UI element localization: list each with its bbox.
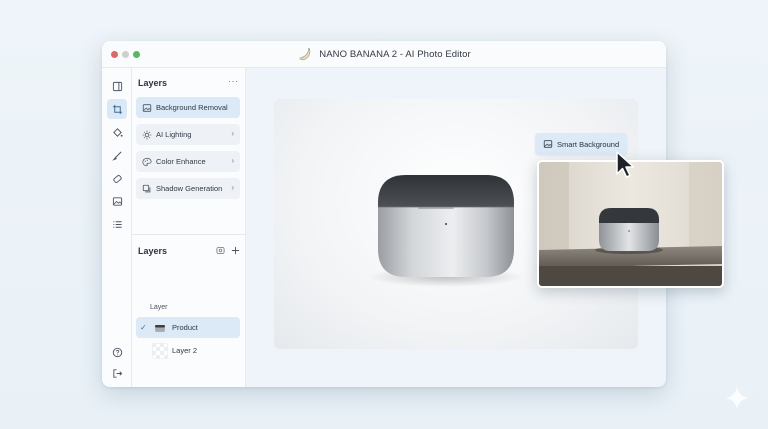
image-icon — [112, 196, 122, 206]
check-icon: ✓ — [140, 323, 147, 332]
title-bar: NANO BANANA 2 - AI Photo Editor — [102, 41, 666, 68]
sparkle-icon — [725, 386, 749, 410]
chevron-right-icon: › — [231, 129, 234, 138]
feature-color-enhance[interactable]: Color Enhance › — [136, 151, 240, 172]
chevron-right-icon: › — [231, 156, 234, 165]
panel-title: Layers — [138, 78, 168, 88]
mouse-cursor-icon — [616, 151, 635, 178]
crop-icon — [112, 104, 122, 114]
logout-icon — [112, 368, 122, 378]
layers-panel: Layers ··· Background Removal AI Lightin… — [132, 68, 246, 387]
image-tool-button[interactable] — [107, 191, 127, 211]
feature-ai-lighting[interactable]: AI Lighting › — [136, 124, 240, 145]
list-icon — [112, 220, 122, 228]
panel-toggle-icon — [112, 81, 122, 91]
list-tool-button[interactable] — [107, 214, 127, 234]
logout-button[interactable] — [107, 363, 127, 383]
feature-shadow-generation[interactable]: Shadow Generation › — [136, 178, 240, 199]
chevron-right-icon: › — [231, 183, 234, 192]
image-icon — [142, 103, 152, 112]
feature-label: AI Lighting — [156, 130, 192, 139]
help-button[interactable] — [107, 342, 127, 362]
image-icon — [543, 140, 553, 148]
panel-toggle-button[interactable] — [107, 76, 127, 96]
layer-name: Layer 2 — [172, 346, 198, 355]
eraser-tool-button[interactable] — [107, 168, 127, 188]
smart-background-label: Smart Background — [557, 139, 620, 149]
crop-tool-button[interactable] — [107, 99, 127, 119]
tool-sidebar — [102, 68, 132, 387]
feature-label: Shadow Generation — [156, 184, 223, 193]
product-layer-thumbnail — [155, 324, 165, 332]
layer-row-product[interactable]: ✓ Product — [136, 317, 240, 338]
layer-group-label: Layer — [150, 304, 168, 311]
layer-name: Product — [172, 323, 198, 332]
sun-icon — [142, 130, 152, 139]
brush-icon — [111, 150, 122, 161]
transparent-layer-thumbnail — [152, 342, 168, 359]
eraser-icon — [112, 174, 122, 183]
layer-row-layer-2[interactable]: Layer 2 — [136, 340, 240, 361]
palette-icon — [142, 157, 152, 166]
feature-label: Color Enhance — [156, 157, 206, 166]
help-icon — [112, 347, 122, 357]
layers-section-title: Layers — [138, 246, 168, 256]
add-layer-icon[interactable] — [231, 246, 240, 255]
brush-tool-button[interactable] — [107, 145, 127, 165]
feature-label: Background Removal — [156, 103, 228, 112]
preview-scene-image — [539, 162, 722, 286]
feature-background-removal[interactable]: Background Removal — [136, 97, 240, 118]
window-title: NANO BANANA 2 - AI Photo Editor — [319, 49, 471, 60]
mask-layer-icon[interactable] — [216, 246, 225, 255]
shadow-icon — [142, 184, 151, 192]
panel-divider — [132, 234, 246, 235]
fill-bucket-icon — [112, 127, 123, 137]
more-options-button[interactable]: ··· — [228, 76, 239, 86]
fill-tool-button[interactable] — [107, 122, 127, 142]
banana-icon — [299, 47, 311, 60]
